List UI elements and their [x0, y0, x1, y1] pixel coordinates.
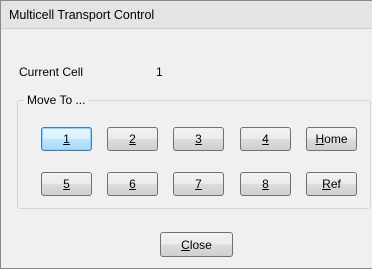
- home-button-label: ome: [324, 132, 348, 146]
- move-to-cell-3-label: 3: [195, 132, 202, 146]
- move-to-cell-6-label: 6: [129, 177, 136, 191]
- current-cell-value: 1: [156, 65, 163, 79]
- close-button[interactable]: Close: [160, 232, 233, 257]
- move-to-cell-8-button[interactable]: 8: [240, 172, 291, 196]
- move-to-cell-1-label: 1: [63, 132, 70, 146]
- move-to-group-label: Move To ...: [24, 93, 89, 107]
- current-cell-label: Current Cell: [19, 65, 84, 79]
- move-to-cell-7-button[interactable]: 7: [173, 172, 224, 196]
- ref-button[interactable]: Ref: [306, 172, 357, 196]
- ref-button-accel: R: [322, 177, 331, 191]
- close-button-accel: C: [181, 237, 190, 252]
- window-title: Multicell Transport Control: [9, 7, 155, 22]
- move-to-cell-7-label: 7: [195, 177, 202, 191]
- move-to-cell-4-label: 4: [262, 132, 269, 146]
- close-button-label: lose: [189, 237, 212, 252]
- transport-control-window: Multicell Transport Control Current Cell…: [0, 0, 372, 269]
- move-to-cell-5-button[interactable]: 5: [41, 172, 92, 196]
- move-to-cell-2-label: 2: [129, 132, 136, 146]
- move-to-cell-8-label: 8: [262, 177, 269, 191]
- title-bar[interactable]: Multicell Transport Control: [1, 1, 372, 29]
- move-to-cell-4-button[interactable]: 4: [240, 127, 291, 151]
- move-to-cell-2-button[interactable]: 2: [107, 127, 158, 151]
- home-button-accel: H: [315, 132, 325, 146]
- move-to-cell-6-button[interactable]: 6: [107, 172, 158, 196]
- home-button[interactable]: Home: [306, 127, 357, 151]
- move-to-cell-5-label: 5: [63, 177, 70, 191]
- move-to-cell-1-button[interactable]: 1: [41, 127, 92, 151]
- ref-button-label: ef: [330, 177, 341, 191]
- move-to-cell-3-button[interactable]: 3: [173, 127, 224, 151]
